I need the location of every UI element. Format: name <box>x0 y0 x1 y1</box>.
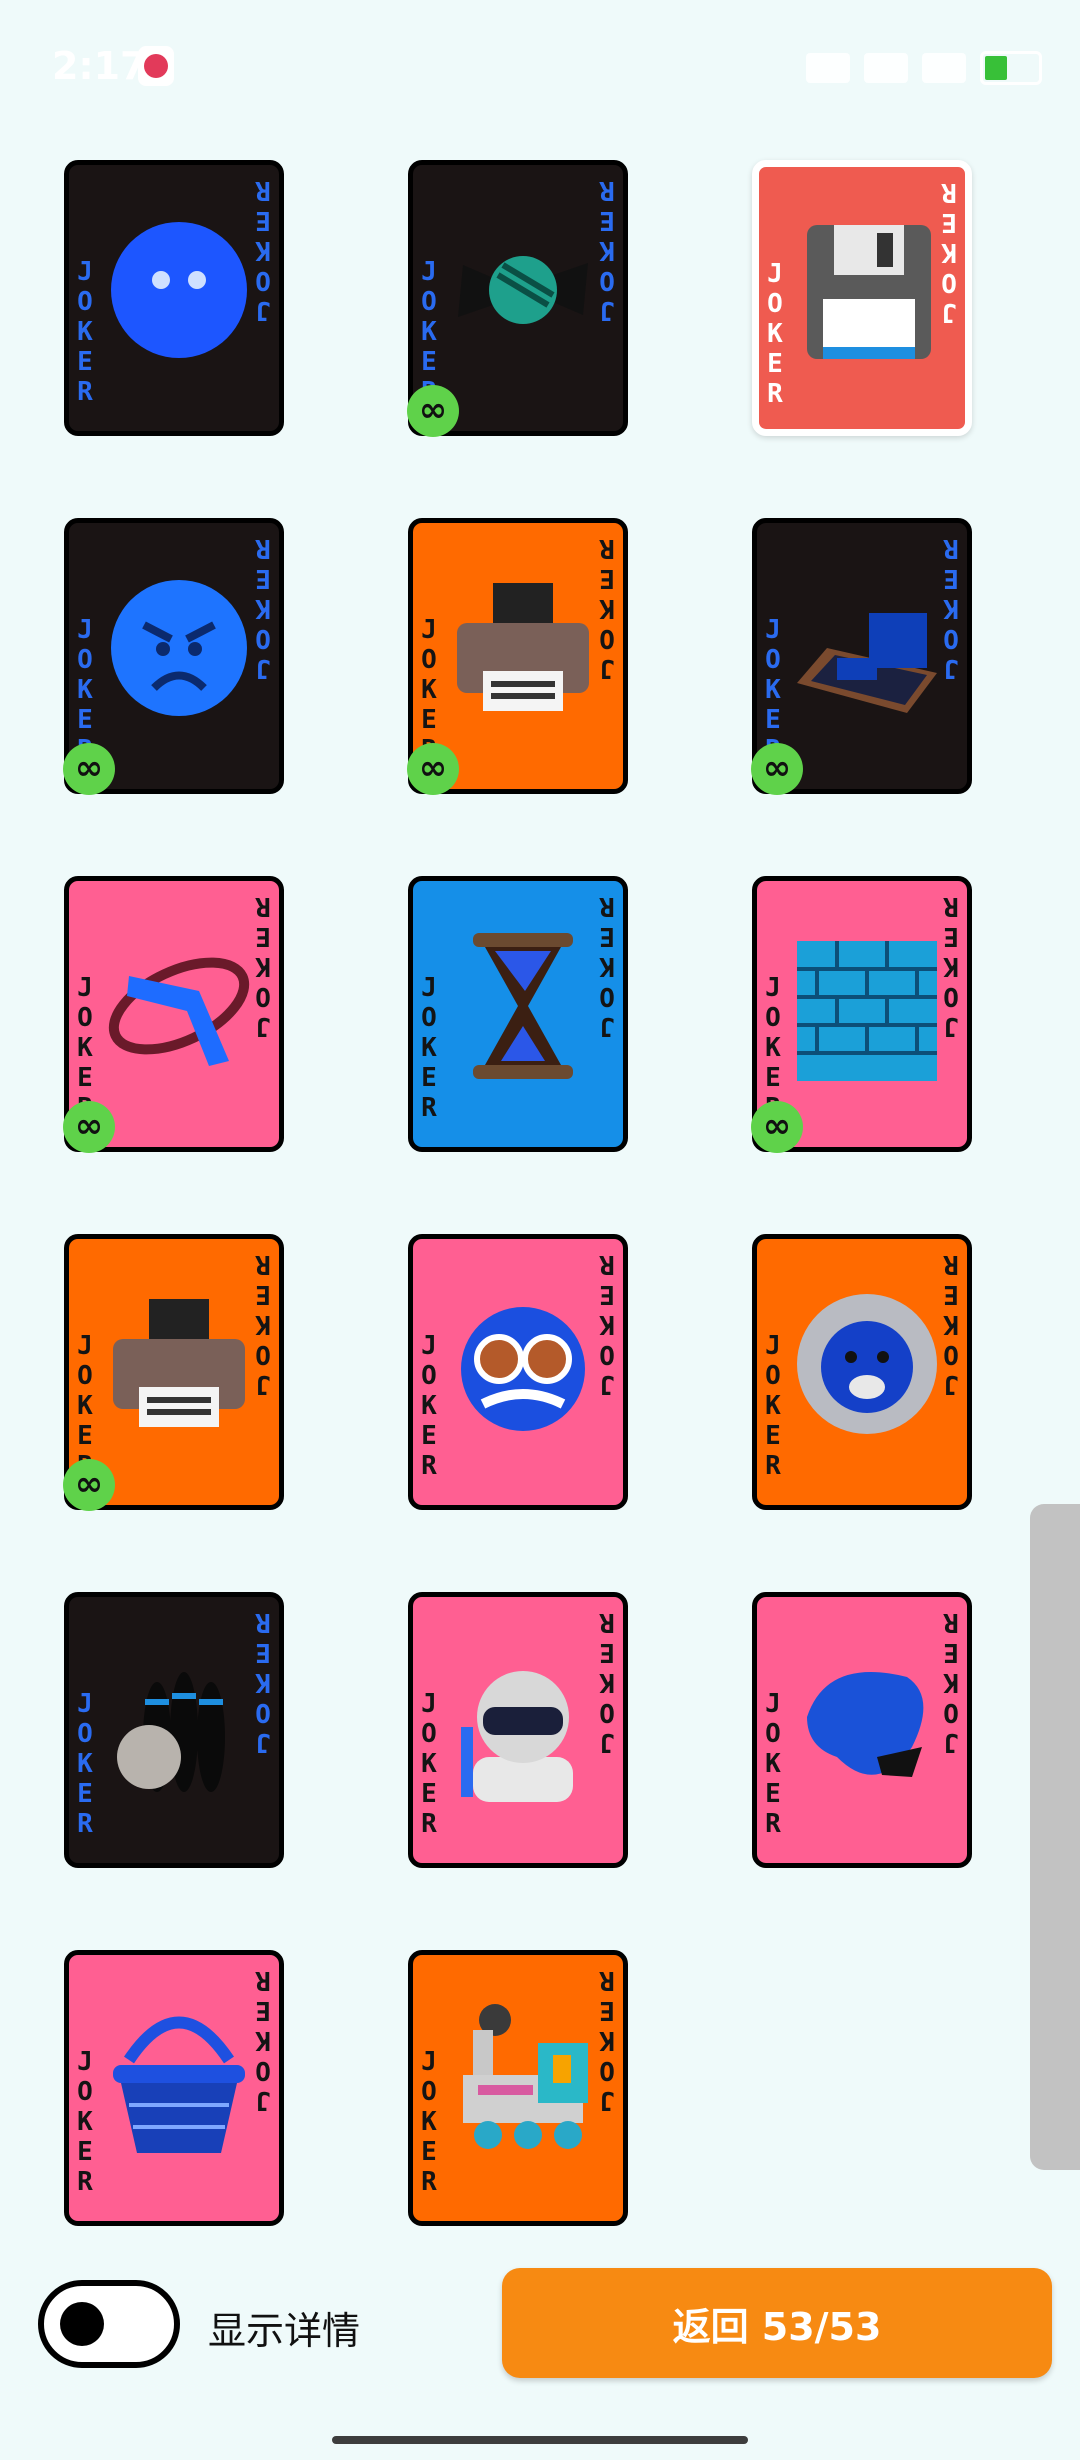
joker-label-inverted: JOKER <box>599 1607 615 1757</box>
infinite-badge-icon: ∞ <box>407 385 459 437</box>
angry-face-icon <box>99 563 259 733</box>
joker-card[interactable]: JOKER JOKER <box>752 160 972 436</box>
infinite-badge-icon: ∞ <box>63 743 115 795</box>
card-grid: JOKERJOKERJOKERJOKER∞JOKERJOKERJOKERJOKE… <box>0 0 1080 2250</box>
joker-card[interactable]: JOKER JOKER <box>408 1592 628 1868</box>
infinite-badge-icon: ∞ <box>751 1101 803 1153</box>
joker-card[interactable]: JOKER JOKER <box>752 1592 972 1868</box>
joker-card[interactable]: JOKER JOKER <box>408 1234 628 1510</box>
joker-card[interactable]: JOKER JOKER <box>64 1592 284 1868</box>
joker-label-inverted: JOKER <box>599 1965 615 2115</box>
boomerang-icon <box>99 921 259 1091</box>
printer-icon <box>443 563 603 733</box>
candy-icon <box>443 205 603 375</box>
joker-card[interactable]: JOKERJOKER∞ <box>407 518 628 795</box>
joker-label-inverted: JOKER <box>255 1607 271 1757</box>
joker-label: JOKER <box>765 1689 781 1839</box>
joker-card[interactable]: JOKERJOKER∞ <box>63 518 284 795</box>
scrollbar[interactable] <box>1030 1504 1080 2170</box>
joker-label-inverted: JOKER <box>599 533 615 683</box>
infinite-badge-icon: ∞ <box>407 743 459 795</box>
joker-label: JOKER <box>77 1689 93 1839</box>
joker-label-inverted: JOKER <box>255 533 271 683</box>
joker-card[interactable]: JOKER JOKER <box>408 1950 628 2226</box>
printer-icon <box>99 1279 259 1449</box>
disguise-face-icon <box>443 1279 603 1449</box>
show-details-toggle[interactable] <box>38 2280 180 2368</box>
lion-icon <box>787 1279 947 1449</box>
joker-card[interactable]: JOKER JOKER <box>408 876 628 1152</box>
joker-card[interactable]: JOKERJOKER∞ <box>63 1234 284 1511</box>
sled-icon <box>787 563 947 733</box>
joker-label: JOKER <box>77 257 93 407</box>
joker-label: JOKER <box>421 1689 437 1839</box>
joker-label-inverted: JOKER <box>599 175 615 325</box>
joker-card[interactable]: JOKER JOKER <box>64 160 284 436</box>
joker-label: JOKER <box>77 2047 93 2197</box>
joker-label-inverted: JOKER <box>943 1249 959 1399</box>
joker-label-inverted: JOKER <box>943 1607 959 1757</box>
joker-label: JOKER <box>421 973 437 1123</box>
joker-card[interactable]: JOKERJOKER∞ <box>751 876 972 1153</box>
ninja-icon <box>443 1637 603 1807</box>
joker-label-inverted: JOKER <box>599 891 615 1041</box>
infinite-badge-icon: ∞ <box>63 1101 115 1153</box>
home-indicator[interactable] <box>332 2436 748 2444</box>
fortune-cookie-icon <box>787 1637 947 1807</box>
joker-label-inverted: JOKER <box>255 175 271 325</box>
joker-label-inverted: JOKER <box>943 891 959 1041</box>
show-details-label: 显示详情 <box>208 2309 361 2353</box>
joker-label-inverted: JOKER <box>255 1965 271 2115</box>
infinite-badge-icon: ∞ <box>751 743 803 795</box>
joker-card[interactable]: JOKERJOKER∞ <box>63 876 284 1153</box>
joker-label: JOKER <box>421 1331 437 1481</box>
return-button[interactable]: 返回 53/53 <box>502 2268 1052 2378</box>
joker-label-inverted: JOKER <box>943 533 959 683</box>
joker-card[interactable]: JOKER JOKER <box>64 1950 284 2226</box>
bowling-icon <box>99 1637 259 1807</box>
floppy-disk-icon <box>789 207 949 377</box>
joker-label-inverted: JOKER <box>255 891 271 1041</box>
joker-card[interactable]: JOKERJOKER∞ <box>407 160 628 437</box>
blue-face-icon <box>99 205 259 375</box>
joker-label: JOKER <box>765 1331 781 1481</box>
joker-label-inverted: JOKER <box>599 1249 615 1399</box>
joker-label: JOKER <box>767 259 783 409</box>
brick-wall-icon <box>787 921 947 1091</box>
joker-card[interactable]: JOKER JOKER <box>752 1234 972 1510</box>
hourglass-icon <box>443 921 603 1091</box>
joker-label-inverted: JOKER <box>255 1249 271 1399</box>
basket-icon <box>99 1995 259 2165</box>
toggle-knob <box>60 2302 104 2346</box>
infinite-badge-icon: ∞ <box>63 1459 115 1511</box>
joker-card[interactable]: JOKERJOKER∞ <box>751 518 972 795</box>
joker-label: JOKER <box>421 2047 437 2197</box>
locomotive-icon <box>443 1995 603 2165</box>
joker-label-inverted: JOKER <box>941 177 957 327</box>
